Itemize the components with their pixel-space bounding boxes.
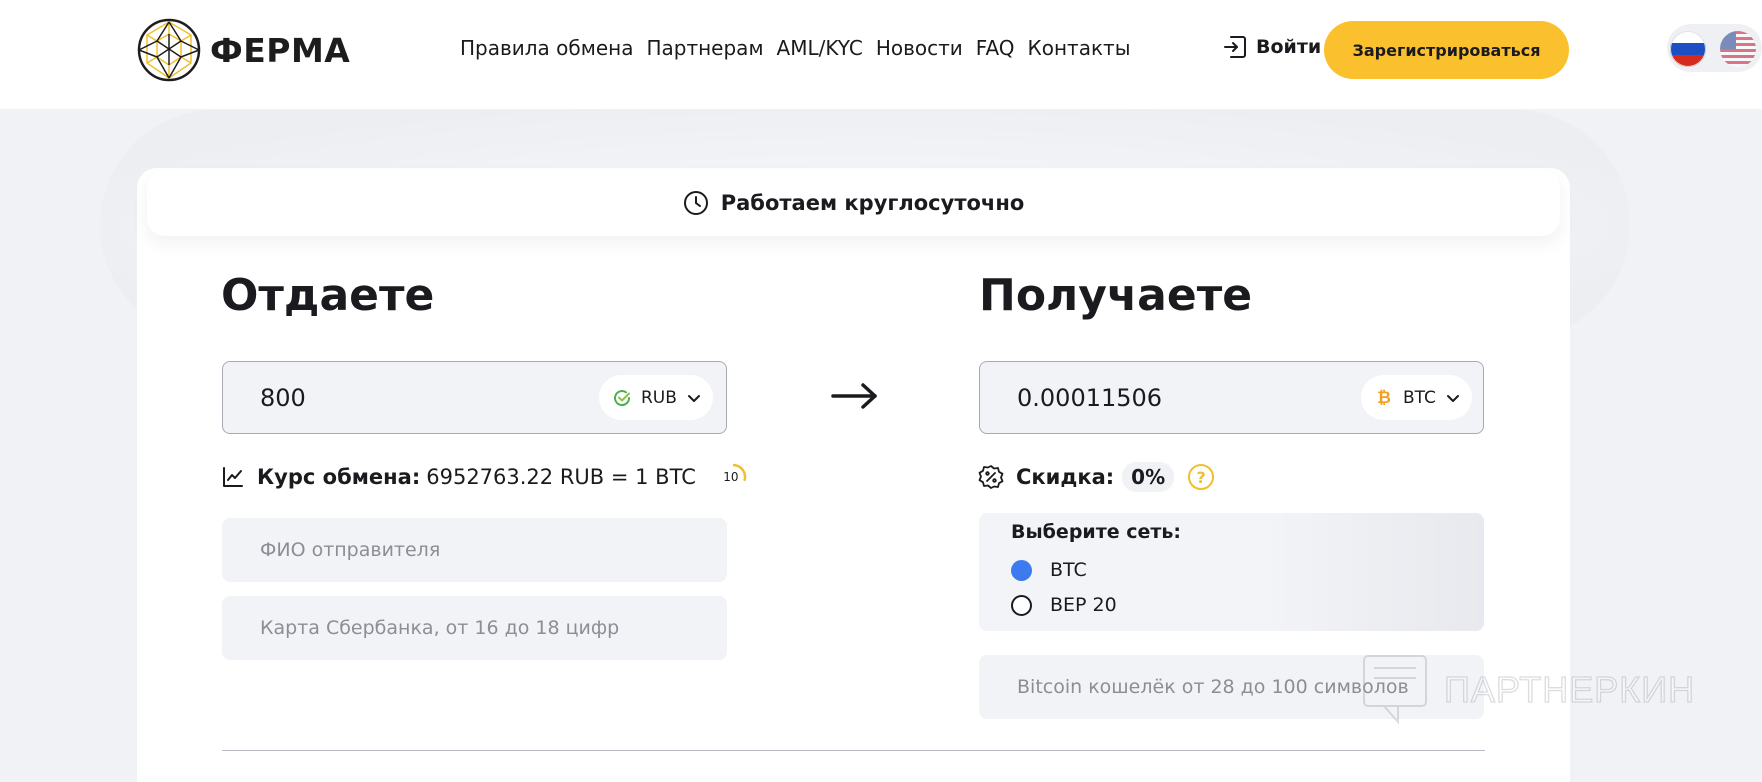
logo[interactable]: ФЕРМА [136,17,350,83]
exchange-rate-row: Курс обмена: 6952763.22 RUB = 1 BTC 10 [221,462,748,492]
help-icon[interactable]: ? [1188,464,1215,490]
receive-amount-input[interactable]: 0.00011506 ₿ BTC [979,361,1484,434]
rate-value: 6952763.22 RUB = 1 BTC [426,465,696,489]
network-option-bep20[interactable]: BEP 20 [1011,594,1117,616]
logo-globe-icon [137,18,201,82]
watermark: ПАРТНЕРКИН [1362,654,1695,726]
clock-icon [683,191,708,215]
chart-line-icon [223,467,243,487]
discount-label: Скидка: [1016,465,1115,489]
exchange-arrow-icon [831,383,877,409]
network-option-label: BTC [1050,559,1087,581]
watermark-text: ПАРТНЕРКИН [1443,668,1696,710]
receive-title: Получаете [979,270,1253,321]
nav-news[interactable]: Новости [876,36,963,60]
timer-value: 10 [723,470,739,484]
sber-check-icon [614,389,631,406]
give-currency-select[interactable]: RUB [599,375,713,420]
radio-selected-icon[interactable] [1011,559,1032,581]
nav-partners[interactable]: Партнерам [646,36,763,60]
give-currency-label: RUB [641,387,677,408]
discount-row: Скидка: 0% ? [978,462,1215,492]
give-amount-input[interactable]: 800 RUB [222,361,727,434]
bitcoin-icon: ₿ [1377,387,1391,408]
give-amount-value[interactable]: 800 [260,384,306,412]
give-title: Отдаете [221,270,435,321]
nav-exchange-rules[interactable]: Правила обмена [460,36,633,60]
discount-value: 0% [1122,462,1175,492]
network-selector: Выберите сеть: BTC BEP 20 [979,513,1484,631]
nav-aml-kyc[interactable]: AML/KYC [777,36,863,60]
receive-amount-value[interactable]: 0.00011506 [1017,384,1162,412]
russia-flag-icon[interactable] [1670,31,1706,67]
nav-faq[interactable]: FAQ [976,36,1015,60]
main-nav: Правила обмена Партнерам AML/KYC Новости… [460,36,1131,60]
login-icon [1224,36,1246,58]
sber-card-field[interactable] [222,596,727,660]
section-divider [222,750,1485,751]
login-label: Войти [1256,36,1322,58]
sender-name-field[interactable] [222,518,727,582]
site-header: ФЕРМА Правила обмена Партнерам AML/KYC Н… [0,0,1762,109]
chevron-down-icon [687,394,700,402]
network-option-label: BEP 20 [1050,594,1117,616]
network-option-btc[interactable]: BTC [1011,559,1087,581]
receive-currency-label: BTC [1403,387,1436,408]
chat-bubble-icon [1363,655,1427,725]
register-button[interactable]: Зарегистрироваться [1324,21,1569,79]
receive-currency-select[interactable]: ₿ BTC [1361,375,1472,420]
logo-text: ФЕРМА [210,30,351,70]
nav-contacts[interactable]: Контакты [1028,36,1131,60]
banner-text: Работаем круглосуточно [720,191,1025,215]
language-switcher[interactable] [1667,24,1762,72]
network-title: Выберите сеть: [1011,521,1182,543]
discount-badge-icon [978,465,1004,489]
chevron-down-icon [1446,394,1459,402]
usa-flag-icon[interactable] [1720,31,1756,67]
login-button[interactable]: Войти [1222,34,1321,60]
rate-label: Курс обмена: [257,465,421,489]
rate-refresh-timer: 10 [718,462,748,492]
working-hours-banner: Работаем круглосуточно [147,170,1560,236]
radio-unselected-icon[interactable] [1011,594,1032,616]
